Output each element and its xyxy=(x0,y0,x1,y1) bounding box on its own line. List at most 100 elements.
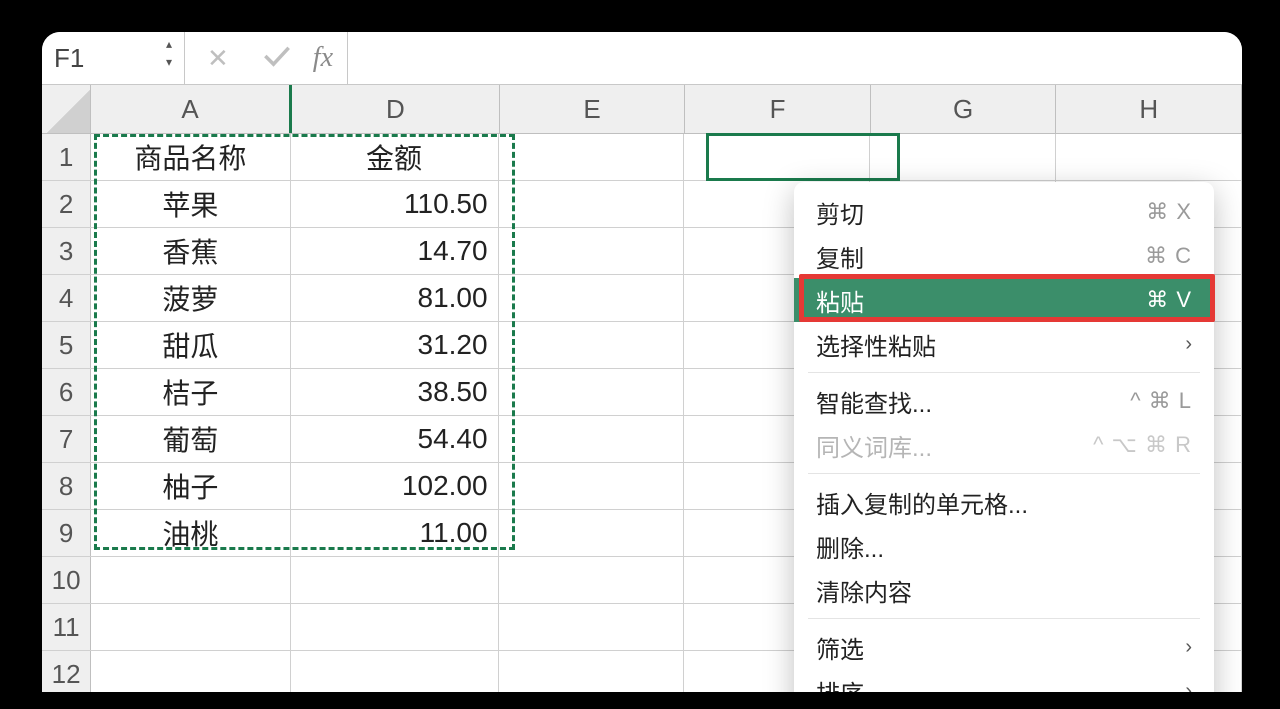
cell-A7[interactable]: 葡萄 xyxy=(91,416,290,462)
row-header-1[interactable]: 1 xyxy=(42,134,91,180)
stepper-up-icon[interactable]: ▴ xyxy=(160,38,178,56)
menu-label: 粘贴 xyxy=(816,283,864,318)
column-header-A[interactable]: A xyxy=(91,85,292,133)
cell-D11[interactable] xyxy=(291,604,499,650)
cell-E2[interactable] xyxy=(499,181,685,227)
cell-D7[interactable]: 54.40 xyxy=(291,416,499,462)
context-menu: 剪切 ⌘ X 复制 ⌘ C 粘贴 ⌘ V 选择性粘贴 › 智能查找... ^ ⌘… xyxy=(794,182,1214,692)
row-header-11[interactable]: 11 xyxy=(42,604,91,650)
cell-D5[interactable]: 31.20 xyxy=(291,322,499,368)
chevron-right-icon: › xyxy=(1185,636,1192,659)
cell-A8[interactable]: 柚子 xyxy=(91,463,290,509)
cell-E10[interactable] xyxy=(499,557,685,603)
menu-shortcut: ^ ⌥ ⌘ R xyxy=(1093,432,1192,458)
cell-A1[interactable]: 商品名称 xyxy=(91,134,290,180)
grid-row-1: 1 商品名称 金额 xyxy=(42,134,1242,181)
row-header-8[interactable]: 8 xyxy=(42,463,91,509)
context-menu-delete[interactable]: 删除... xyxy=(794,524,1214,568)
cell-D8[interactable]: 102.00 xyxy=(291,463,499,509)
cell-E7[interactable] xyxy=(499,416,685,462)
cell-H1[interactable] xyxy=(1056,134,1242,180)
context-menu-paste[interactable]: 粘贴 ⌘ V xyxy=(794,278,1214,322)
context-menu-clear-contents[interactable]: 清除内容 xyxy=(794,568,1214,612)
cell-G1[interactable] xyxy=(870,134,1056,180)
chevron-right-icon: › xyxy=(1185,680,1192,693)
cell-D6[interactable]: 38.50 xyxy=(291,369,499,415)
menu-label: 排序 xyxy=(816,674,864,693)
menu-shortcut: ^ ⌘ L xyxy=(1130,388,1192,414)
formula-input[interactable] xyxy=(348,32,1242,84)
menu-label: 删除... xyxy=(816,529,884,564)
cell-D9[interactable]: 11.00 xyxy=(291,510,499,556)
formula-bar: F1 ▴ ▾ ✕ fx xyxy=(42,32,1242,85)
menu-label: 智能查找... xyxy=(816,384,932,419)
context-menu-copy[interactable]: 复制 ⌘ C xyxy=(794,234,1214,278)
row-header-4[interactable]: 4 xyxy=(42,275,91,321)
menu-label: 筛选 xyxy=(816,630,864,665)
cell-A12[interactable] xyxy=(91,651,290,692)
row-header-6[interactable]: 6 xyxy=(42,369,91,415)
cell-E12[interactable] xyxy=(499,651,685,692)
menu-shortcut: ⌘ C xyxy=(1145,243,1192,269)
row-header-5[interactable]: 5 xyxy=(42,322,91,368)
cell-A9[interactable]: 油桃 xyxy=(91,510,290,556)
cell-A11[interactable] xyxy=(91,604,290,650)
menu-separator xyxy=(808,372,1200,373)
cell-E4[interactable] xyxy=(499,275,685,321)
cell-A4[interactable]: 菠萝 xyxy=(91,275,290,321)
context-menu-thesaurus: 同义词库... ^ ⌥ ⌘ R xyxy=(794,423,1214,467)
name-box-stepper[interactable]: ▴ ▾ xyxy=(160,38,178,74)
cell-A3[interactable]: 香蕉 xyxy=(91,228,290,274)
cell-D4[interactable]: 81.00 xyxy=(291,275,499,321)
cell-D3[interactable]: 14.70 xyxy=(291,228,499,274)
menu-label: 复制 xyxy=(816,239,864,274)
select-all-corner[interactable] xyxy=(42,85,91,133)
cell-D12[interactable] xyxy=(291,651,499,692)
column-header-D[interactable]: D xyxy=(292,85,500,133)
cell-E11[interactable] xyxy=(499,604,685,650)
spreadsheet-window: F1 ▴ ▾ ✕ fx A D E F G H 1 xyxy=(42,32,1242,692)
cell-A6[interactable]: 桔子 xyxy=(91,369,290,415)
stepper-down-icon[interactable]: ▾ xyxy=(160,56,178,74)
context-menu-paste-special[interactable]: 选择性粘贴 › xyxy=(794,322,1214,366)
context-menu-sort[interactable]: 排序 › xyxy=(794,669,1214,692)
row-header-3[interactable]: 3 xyxy=(42,228,91,274)
cell-D1[interactable]: 金额 xyxy=(291,134,499,180)
name-box[interactable]: F1 ▴ ▾ xyxy=(42,32,185,84)
cell-F1[interactable] xyxy=(684,134,870,180)
column-header-G[interactable]: G xyxy=(871,85,1057,133)
menu-shortcut: ⌘ V xyxy=(1146,287,1192,313)
formula-buttons: ✕ xyxy=(185,32,313,84)
row-header-2[interactable]: 2 xyxy=(42,181,91,227)
cell-A5[interactable]: 甜瓜 xyxy=(91,322,290,368)
confirm-formula-icon[interactable] xyxy=(263,45,291,72)
column-header-H[interactable]: H xyxy=(1056,85,1242,133)
context-menu-filter[interactable]: 筛选 › xyxy=(794,625,1214,669)
context-menu-smart-lookup[interactable]: 智能查找... ^ ⌘ L xyxy=(794,379,1214,423)
menu-label: 同义词库... xyxy=(816,428,932,463)
cell-E5[interactable] xyxy=(499,322,685,368)
cell-E9[interactable] xyxy=(499,510,685,556)
cell-D2[interactable]: 110.50 xyxy=(291,181,499,227)
cell-E8[interactable] xyxy=(499,463,685,509)
column-header-E[interactable]: E xyxy=(500,85,686,133)
cell-E3[interactable] xyxy=(499,228,685,274)
menu-label: 插入复制的单元格... xyxy=(816,485,1028,520)
cancel-formula-icon[interactable]: ✕ xyxy=(207,43,229,74)
cell-A2[interactable]: 苹果 xyxy=(91,181,290,227)
row-header-10[interactable]: 10 xyxy=(42,557,91,603)
column-header-F[interactable]: F xyxy=(685,85,871,133)
row-header-7[interactable]: 7 xyxy=(42,416,91,462)
cell-A10[interactable] xyxy=(91,557,290,603)
row-header-12[interactable]: 12 xyxy=(42,651,91,692)
chevron-right-icon: › xyxy=(1185,333,1192,356)
fx-label: fx xyxy=(313,32,348,84)
context-menu-cut[interactable]: 剪切 ⌘ X xyxy=(794,190,1214,234)
cell-D10[interactable] xyxy=(291,557,499,603)
menu-label: 清除内容 xyxy=(816,573,912,608)
cell-E1[interactable] xyxy=(499,134,685,180)
context-menu-insert-copied-cells[interactable]: 插入复制的单元格... xyxy=(794,480,1214,524)
cell-E6[interactable] xyxy=(499,369,685,415)
row-header-9[interactable]: 9 xyxy=(42,510,91,556)
menu-separator xyxy=(808,473,1200,474)
